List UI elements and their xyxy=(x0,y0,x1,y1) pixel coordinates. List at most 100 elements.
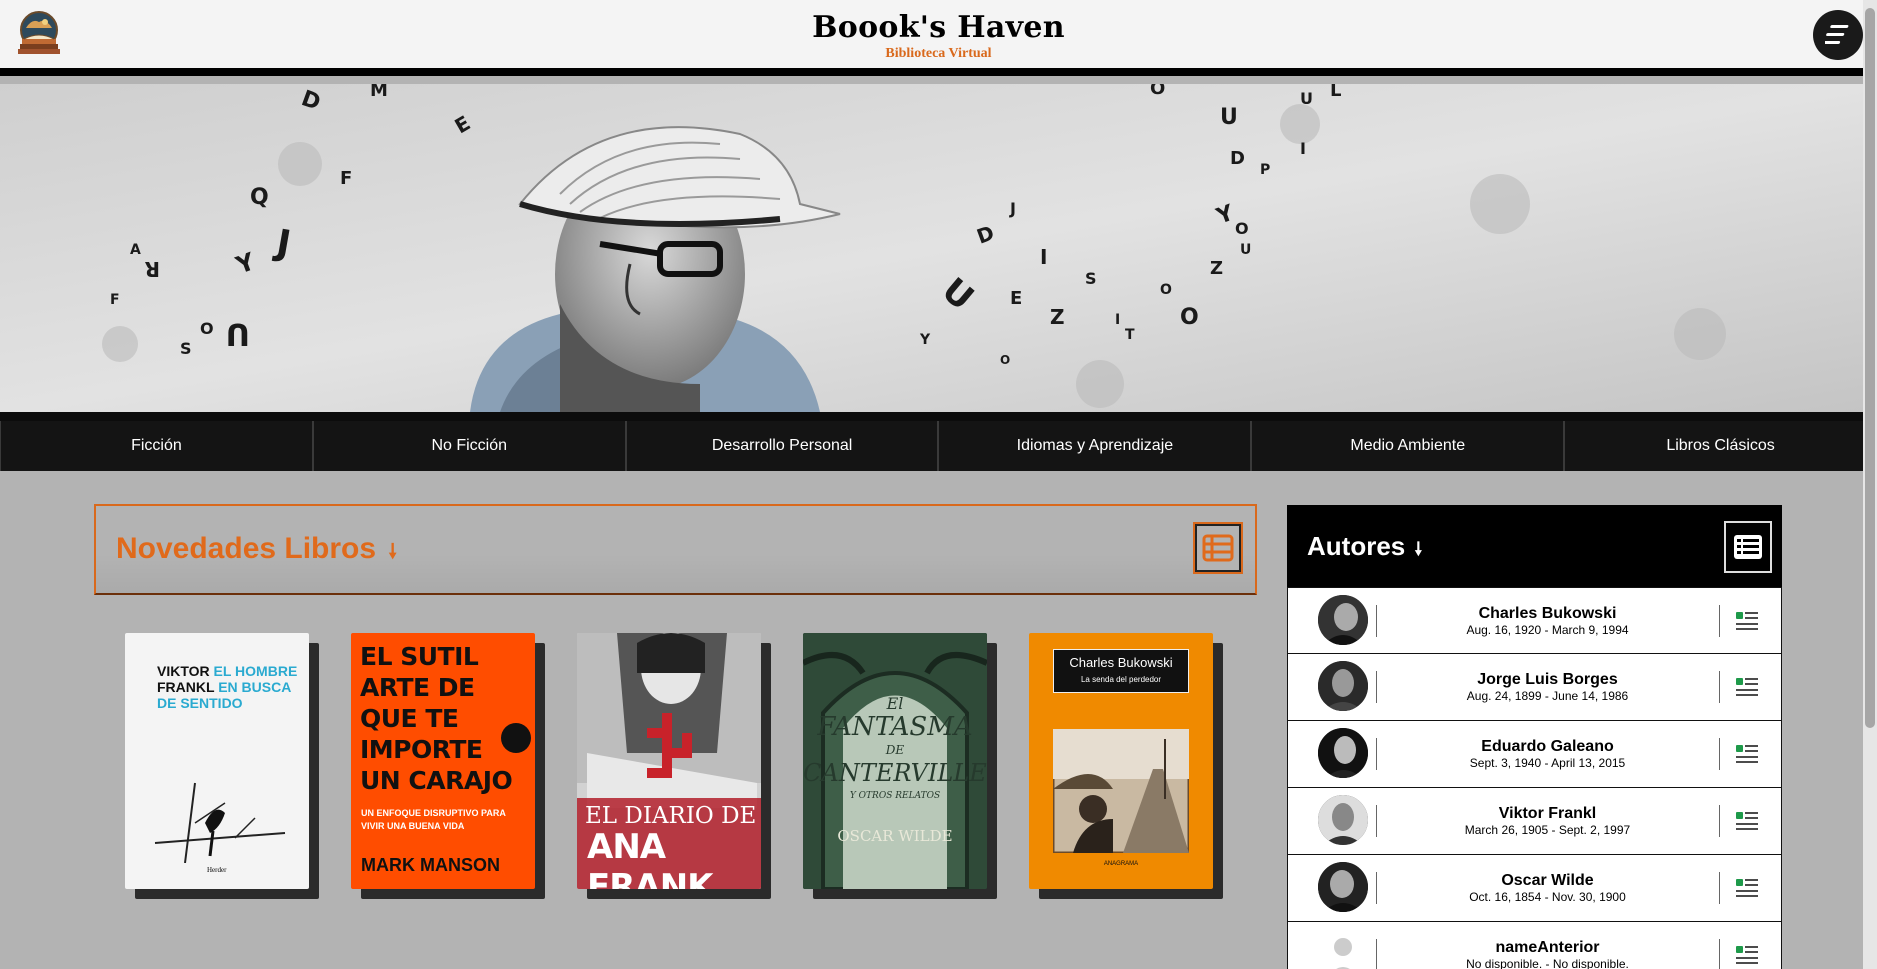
author-name: Oscar Wilde xyxy=(1501,872,1594,889)
svg-text:F: F xyxy=(340,168,352,189)
divider xyxy=(1376,738,1377,770)
scrollbar-thumb[interactable] xyxy=(1865,8,1875,728)
details-list-icon[interactable] xyxy=(1734,876,1760,900)
cover-publisher: Herder xyxy=(207,866,227,874)
cover-text: EN BUSCA xyxy=(218,679,292,695)
autores-header: Autores 🠗 xyxy=(1287,505,1782,587)
svg-text:O: O xyxy=(1160,282,1172,298)
svg-text:U: U xyxy=(226,316,250,351)
category-idiomas[interactable]: Idiomas y Aprendizaje xyxy=(938,421,1252,471)
divider xyxy=(1719,671,1720,703)
details-list-icon[interactable] xyxy=(1734,609,1760,633)
novedades-header: Novedades Libros 🠗 xyxy=(94,504,1257,595)
category-desarrollo-personal[interactable]: Desarrollo Personal xyxy=(625,421,939,471)
svg-text:P: P xyxy=(1260,162,1270,178)
cover-title: EL DIARIO DE xyxy=(585,803,757,829)
svg-text:I: I xyxy=(1300,139,1306,158)
book-card[interactable]: EL SUTIL ARTE DE QUE TE IMPORTE UN CARAJ… xyxy=(351,633,545,899)
divider xyxy=(1719,738,1720,770)
autores-list-button[interactable] xyxy=(1724,521,1772,573)
cover-photo xyxy=(1053,729,1189,853)
category-libros-clasicos[interactable]: Libros Clásicos xyxy=(1564,421,1877,471)
svg-text:M: M xyxy=(370,84,388,101)
cover-title-block: El FANTASMA DE CANTERVILLE Y OTROS RELAT… xyxy=(803,695,987,805)
cover-title: DE xyxy=(885,743,905,757)
details-list-icon[interactable] xyxy=(1734,742,1760,766)
author-dates: Aug. 24, 1899 - June 14, 1986 xyxy=(1466,689,1629,703)
author-dates: Aug. 16, 1920 - March 9, 1994 xyxy=(1466,623,1629,637)
autores-title: Autores 🠗 xyxy=(1307,531,1422,567)
author-row[interactable]: Viktor Frankl March 26, 1905 - Sept. 2, … xyxy=(1287,788,1782,855)
svg-text:S: S xyxy=(180,339,192,358)
svg-text:O: O xyxy=(1235,219,1249,238)
svg-text:S: S xyxy=(1085,269,1097,288)
cover-title: EL SUTIL ARTE DE QUE TE IMPORTE UN CARAJ… xyxy=(360,642,513,795)
avatar xyxy=(1318,862,1368,912)
avatar xyxy=(1318,661,1368,711)
svg-text:L: L xyxy=(1330,84,1341,101)
divider xyxy=(1719,872,1720,904)
site-header: Boook's Haven Biblioteca Virtual xyxy=(0,0,1877,76)
cover-author: Charles Bukowski xyxy=(1069,655,1173,670)
book-card[interactable]: VIKTOR EL HOMBRE FRANKL EN BUSCA DE SENT… xyxy=(125,633,319,899)
author-row[interactable]: Oscar Wilde Oct. 16, 1854 - Nov. 30, 190… xyxy=(1287,855,1782,922)
book-cover: El FANTASMA DE CANTERVILLE Y OTROS RELAT… xyxy=(803,633,987,889)
category-ficcion[interactable]: Ficción xyxy=(0,421,313,471)
category-medio-ambiente[interactable]: Medio Ambiente xyxy=(1251,421,1565,471)
novedades-list-button[interactable] xyxy=(1193,522,1243,574)
book-cover: EL SUTIL ARTE DE QUE TE IMPORTE UN CARAJ… xyxy=(351,633,535,889)
details-list-icon[interactable] xyxy=(1734,943,1760,967)
autores-title-text: Autores xyxy=(1307,531,1406,561)
author-name: Charles Bukowski xyxy=(1478,605,1617,622)
site-subtitle: Biblioteca Virtual xyxy=(885,46,992,61)
category-nav: Ficción No Ficción Desarrollo Personal I… xyxy=(0,412,1877,471)
list-view-icon xyxy=(1734,535,1762,559)
svg-text:U: U xyxy=(1240,242,1251,258)
author-dates: Oct. 16, 1854 - Nov. 30, 1900 xyxy=(1469,890,1626,904)
category-no-ficcion[interactable]: No Ficción xyxy=(312,421,626,471)
author-dates: March 26, 1905 - Sept. 2, 1997 xyxy=(1464,823,1631,837)
avatar xyxy=(1318,728,1368,778)
svg-text:F: F xyxy=(110,292,120,308)
svg-text:R: R xyxy=(145,257,160,281)
svg-text:A: A xyxy=(130,242,141,258)
divider xyxy=(1376,939,1377,969)
book-card[interactable]: El FANTASMA DE CANTERVILLE Y OTROS RELAT… xyxy=(803,633,997,899)
avatar xyxy=(1318,595,1368,645)
divider xyxy=(1719,805,1720,837)
svg-text:Z: Z xyxy=(1210,258,1223,279)
author-dates: Sept. 3, 1940 - April 13, 2015 xyxy=(1469,756,1626,770)
avatar xyxy=(1318,795,1368,845)
svg-text:U: U xyxy=(1220,105,1238,130)
details-list-icon[interactable] xyxy=(1734,809,1760,833)
author-row[interactable]: nameAnterior No disponible. - No disponi… xyxy=(1287,922,1782,969)
svg-text:Z: Z xyxy=(1050,305,1065,329)
author-dates: No disponible. - No disponible. xyxy=(1466,957,1629,969)
cover-badge xyxy=(501,723,531,753)
details-list-icon[interactable] xyxy=(1734,675,1760,699)
cover-title: La senda del perdedor xyxy=(1080,675,1162,684)
cover-subtitle: Y OTROS RELATOS xyxy=(849,791,941,801)
author-row[interactable]: Charles Bukowski Aug. 16, 1920 - March 9… xyxy=(1287,587,1782,654)
hamburger-menu-button[interactable] xyxy=(1813,10,1863,60)
book-card[interactable]: EL DIARIO DE ANA FRANK xyxy=(577,633,771,899)
cover-publisher: ANAGRAMA xyxy=(1103,861,1139,867)
author-row[interactable]: Jorge Luis Borges Aug. 24, 1899 - June 1… xyxy=(1287,654,1782,721)
author-name: Jorge Luis Borges xyxy=(1477,671,1618,688)
novedades-title-text: Novedades Libros xyxy=(116,532,377,565)
svg-text:O: O xyxy=(1180,305,1199,330)
list-view-icon xyxy=(1202,534,1234,562)
cover-text: DE SENTIDO xyxy=(157,695,243,711)
divider xyxy=(1719,939,1720,969)
page-scrollbar[interactable] xyxy=(1863,0,1877,969)
bird-illustration xyxy=(154,782,286,863)
book-cover-title: VIKTOR EL HOMBRE FRANKL EN BUSCA DE SENT… xyxy=(157,663,297,711)
autores-panel: Autores 🠗 Charles Bukowski Aug. 16, 1920… xyxy=(1287,505,1782,969)
author-row[interactable]: Eduardo Galeano Sept. 3, 1940 - April 13… xyxy=(1287,721,1782,788)
svg-text:O: O xyxy=(1000,353,1010,367)
cover-title: CANTERVILLE xyxy=(803,759,987,787)
avatar xyxy=(1318,929,1368,969)
divider xyxy=(1376,805,1377,837)
site-title: Boook's Haven xyxy=(812,10,1065,45)
book-card[interactable]: Charles Bukowski La senda del perdedor A… xyxy=(1029,633,1223,899)
